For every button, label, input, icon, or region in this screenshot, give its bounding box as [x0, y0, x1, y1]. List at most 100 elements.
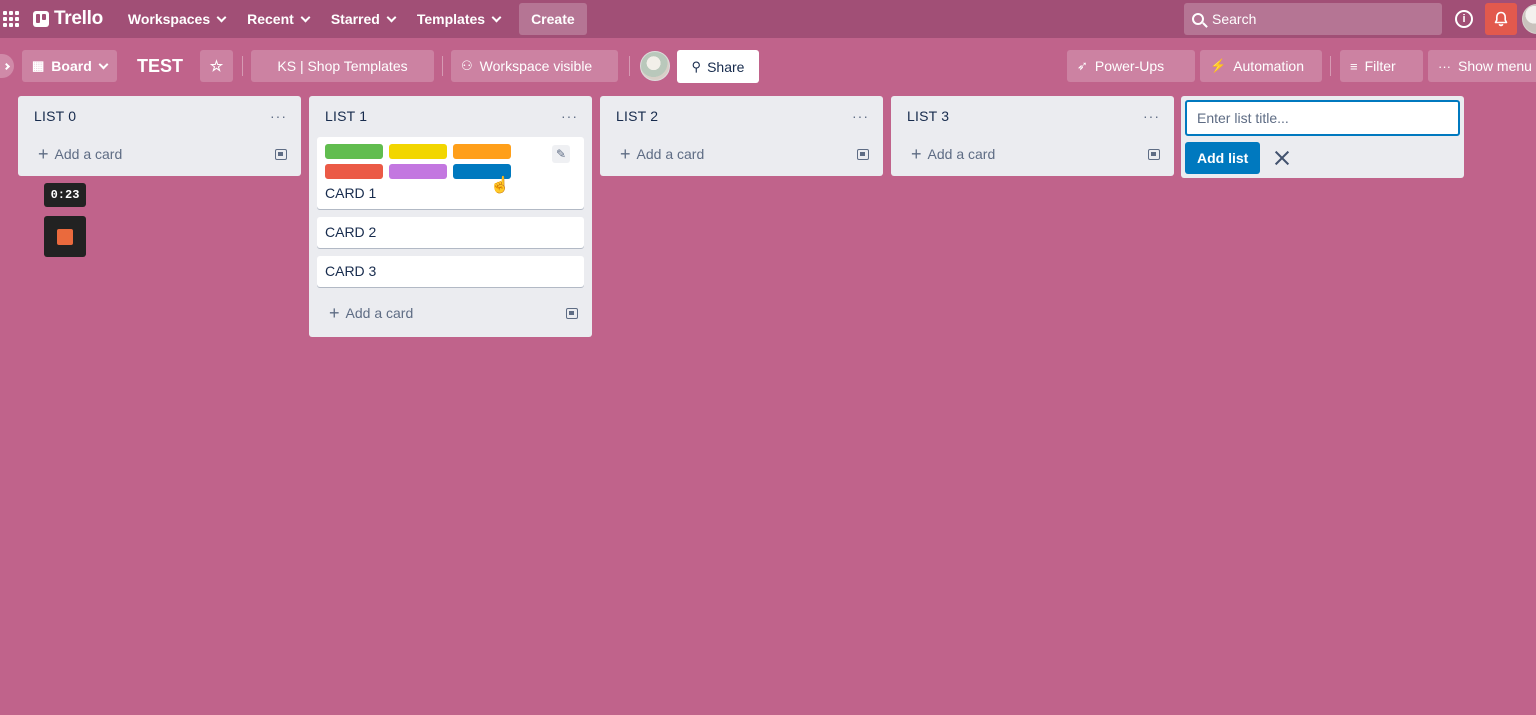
card[interactable]: CARD 1 [317, 137, 584, 209]
logo-text: Trello [54, 8, 103, 29]
card-title: CARD 1 [325, 185, 377, 201]
list-header: LIST 3 ··· [891, 96, 1174, 136]
apps-grid-icon[interactable] [3, 11, 19, 27]
trello-logo[interactable]: Trello [33, 8, 103, 30]
add-card-button[interactable]: + Add a card [18, 136, 301, 172]
search-label: Search [1212, 11, 1257, 27]
chevron-down-icon [491, 12, 502, 22]
card-template-icon[interactable] [275, 148, 287, 160]
card[interactable]: CARD 2 [317, 217, 584, 248]
board-view-switcher[interactable]: ▦ Board [22, 50, 117, 82]
card-template-icon[interactable] [857, 148, 869, 160]
stop-recording-button[interactable] [44, 216, 86, 257]
add-card-button[interactable]: + Add a card [600, 136, 883, 172]
info-icon[interactable]: i [1455, 10, 1473, 28]
automation-button[interactable]: ⚡ Automation [1200, 50, 1322, 82]
nav-recent[interactable]: Recent [238, 3, 318, 35]
nav-workspaces[interactable]: Workspaces [119, 3, 234, 35]
list-header: LIST 0 ··· [18, 96, 301, 136]
star-board-button[interactable]: ☆ [200, 50, 233, 82]
board-header: ▦ Board TEST ☆ KS | Shop Templates ⚇ Wor… [0, 44, 1536, 88]
card-label[interactable] [325, 144, 383, 159]
list-menu-icon[interactable]: ··· [561, 108, 578, 124]
card[interactable]: CARD 3 [317, 256, 584, 287]
list-menu-icon[interactable]: ··· [270, 108, 287, 124]
list-menu-icon[interactable]: ··· [852, 108, 869, 124]
card-title: CARD 2 [325, 224, 377, 240]
hand-cursor-icon: ☝ [490, 177, 510, 194]
nav-label: Starred [330, 11, 380, 27]
chevron-down-icon [98, 59, 109, 69]
add-card-label: Add a card [345, 305, 414, 321]
nav-templates[interactable]: Templates [408, 3, 509, 35]
power-ups-button[interactable]: ➶ Power-Ups [1067, 50, 1195, 82]
board-title[interactable]: TEST [137, 56, 183, 77]
visibility-button[interactable]: ⚇ Workspace visible [451, 50, 618, 82]
add-list-form: Add list [1181, 96, 1464, 178]
card-labels [325, 144, 565, 179]
list-column[interactable]: LIST 2 ··· + Add a card [600, 96, 883, 176]
close-icon[interactable] [1272, 148, 1292, 168]
power-ups-label: Power-Ups [1094, 58, 1165, 74]
people-icon: ⚇ [461, 58, 473, 73]
list-column[interactable]: LIST 0 ··· + Add a card [18, 96, 301, 176]
plus-icon: + [620, 143, 631, 164]
add-list-button[interactable]: Add list [1185, 142, 1261, 174]
card-label[interactable] [389, 164, 447, 179]
recording-timer: 0:23 [44, 183, 86, 207]
member-avatar[interactable] [640, 51, 670, 81]
add-card-button[interactable]: + Add a card [891, 136, 1174, 172]
notifications-button[interactable] [1485, 3, 1517, 35]
show-menu-button[interactable]: ··· Show menu [1428, 50, 1536, 82]
nav-label: Templates [416, 11, 486, 27]
add-card-label: Add a card [54, 146, 123, 162]
header-divider [629, 56, 630, 76]
add-card-label: Add a card [927, 146, 996, 162]
plus-icon: + [329, 302, 340, 323]
card-label[interactable] [453, 144, 511, 159]
nav-label: Workspaces [127, 11, 211, 27]
lightning-icon: ⚡ [1210, 58, 1227, 73]
nav-starred[interactable]: Starred [322, 3, 404, 35]
plus-icon: + [911, 143, 922, 164]
nav-label: Recent [247, 11, 294, 27]
show-menu-label: Show menu [1458, 58, 1532, 74]
pencil-icon[interactable]: ✎ [552, 145, 570, 163]
list-menu-icon[interactable]: ··· [1143, 108, 1160, 124]
create-button[interactable]: Create [519, 3, 587, 35]
card-template-icon[interactable] [1148, 148, 1160, 160]
list-header: LIST 2 ··· [600, 96, 883, 136]
card-title: CARD 3 [325, 263, 377, 279]
stop-icon [57, 228, 73, 245]
add-card-label: Add a card [636, 146, 705, 162]
star-icon: ☆ [209, 58, 224, 75]
card-label[interactable] [389, 144, 447, 159]
card-label[interactable] [325, 164, 383, 179]
visibility-label: Workspace visible [479, 58, 593, 74]
add-card-button[interactable]: + Add a card [309, 295, 592, 331]
sidebar-expand-button[interactable] [0, 54, 14, 78]
card-template-icon[interactable] [566, 307, 578, 319]
list-title[interactable]: LIST 2 [616, 108, 658, 124]
filter-button[interactable]: ≡ Filter [1340, 50, 1423, 82]
list-title-input[interactable] [1185, 100, 1460, 136]
filter-label: Filter [1364, 58, 1396, 74]
list-column[interactable]: LIST 1 ··· CARD 1 CARD 2 CARD 3 + Add a c… [309, 96, 592, 337]
chevron-down-icon [216, 12, 227, 22]
automation-label: Automation [1233, 58, 1305, 74]
list-column[interactable]: LIST 3 ··· + Add a card [891, 96, 1174, 176]
workspace-button[interactable]: KS | Shop Templates [251, 50, 434, 82]
board-view-label: Board [51, 58, 92, 74]
list-title[interactable]: LIST 3 [907, 108, 949, 124]
chevron-down-icon [386, 12, 397, 22]
share-label: Share [707, 58, 745, 75]
trello-logo-icon [33, 11, 49, 27]
header-divider [1330, 56, 1331, 76]
workspace-label: KS | Shop Templates [277, 58, 408, 74]
list-title[interactable]: LIST 1 [325, 108, 367, 124]
board-icon: ▦ [32, 58, 45, 73]
share-button[interactable]: ⚲ Share [677, 50, 759, 83]
list-title[interactable]: LIST 0 [34, 108, 76, 124]
search-input[interactable]: Search [1184, 3, 1442, 35]
chevron-down-icon [300, 12, 311, 22]
